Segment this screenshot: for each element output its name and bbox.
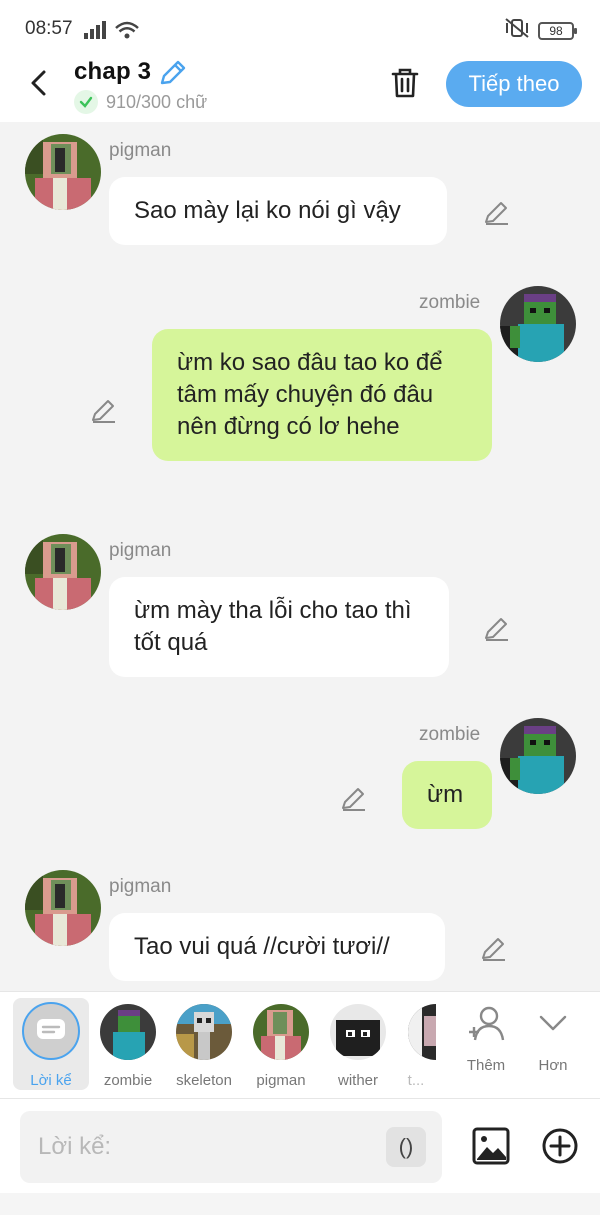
edit-message-icon[interactable] [483, 198, 511, 226]
character-label: wither [337, 1072, 378, 1089]
character-skeleton[interactable]: skeleton [166, 1000, 242, 1089]
header: chap 3 910/300 chữ Tiếp theo [0, 56, 600, 122]
speaker-name: pigman [109, 540, 172, 561]
edit-message-icon[interactable] [340, 784, 368, 812]
vibrate-mute-icon [504, 18, 530, 43]
avatar-zombie[interactable] [500, 286, 576, 362]
input-bar: () [0, 1098, 600, 1215]
edit-title-icon[interactable] [158, 58, 188, 93]
chevron-down-icon [533, 1015, 573, 1048]
message-bubble[interactable]: Sao mày lại ko nói gì vậy [109, 177, 447, 245]
character-label: skeleton [176, 1072, 232, 1089]
avatar-wither [330, 1004, 386, 1060]
image-icon[interactable] [472, 1127, 510, 1170]
avatar-skeleton [176, 1004, 232, 1060]
status-bar: 08:57 98 [0, 0, 600, 56]
more-button[interactable]: Hơn [523, 1004, 583, 1074]
edit-message-icon[interactable] [480, 934, 508, 962]
narration-avatar [22, 1002, 80, 1060]
message-item: pigman Tao vui quá //cười tươi// [0, 868, 600, 990]
speaker-name: pigman [109, 140, 172, 161]
message-bubble[interactable]: ừm ko sao đâu tao ko để tâm mấy chuyện đ… [152, 329, 492, 461]
message-item: zombie ừm ko sao đâu tao ko để tâm mấy c… [0, 284, 600, 494]
avatar-pigman[interactable] [25, 134, 101, 210]
character-label: t... [407, 1072, 425, 1089]
bottom-strip [0, 1193, 600, 1215]
signal-wifi-icon [84, 20, 140, 45]
message-bubble[interactable]: ừm mày tha lỗi cho tao thì tốt quá [109, 577, 449, 677]
word-count: 910/300 chữ [74, 90, 207, 114]
character-partial[interactable]: t... [396, 1000, 436, 1089]
message-item: pigman ừm mày tha lỗi cho tao thì tốt qu… [0, 532, 600, 682]
battery-indicator: 98 [538, 21, 577, 40]
add-character-label: Thêm [466, 1057, 506, 1074]
status-time: 08:57 [25, 18, 73, 39]
trash-icon[interactable] [388, 66, 422, 105]
avatar-zombie [100, 1004, 156, 1060]
speaker-name: pigman [109, 876, 172, 897]
character-zombie[interactable]: zombie [90, 1000, 166, 1089]
add-icon[interactable] [541, 1127, 579, 1170]
input-container: () [20, 1111, 442, 1183]
avatar-pigman[interactable] [25, 534, 101, 610]
edit-message-icon[interactable] [90, 396, 118, 424]
message-bubble[interactable]: Tao vui quá //cười tươi// [109, 913, 445, 981]
add-user-icon [465, 1006, 507, 1048]
speaker-name: zombie [419, 724, 481, 745]
message-input[interactable] [38, 1131, 368, 1163]
avatar-partial [408, 1004, 436, 1060]
add-character-button[interactable]: Thêm [456, 1004, 516, 1074]
message-item: zombie ừm [0, 716, 600, 836]
character-label: Lời kể [30, 1072, 72, 1089]
action-paren-button[interactable]: () [386, 1127, 426, 1167]
message-item: pigman Sao mày lại ko nói gì vậy [0, 132, 600, 252]
character-narration[interactable]: Lời kể [13, 998, 89, 1090]
more-label: Hơn [538, 1057, 568, 1074]
character-label: pigman [256, 1072, 306, 1089]
edit-message-icon[interactable] [483, 614, 511, 642]
avatar-pigman[interactable] [25, 870, 101, 946]
message-bubble[interactable]: ừm [402, 761, 492, 829]
chapter-title: chap 3 [74, 58, 152, 85]
chat-area: pigman Sao mày lại ko nói gì vậy zombie … [0, 122, 600, 990]
check-icon [74, 90, 98, 114]
word-count-text: 910/300 chữ [106, 91, 208, 112]
character-pigman[interactable]: pigman [243, 1000, 319, 1089]
avatar-pigman [253, 1004, 309, 1060]
character-label: zombie [103, 1072, 153, 1089]
character-wither[interactable]: wither [320, 1000, 396, 1089]
speaker-name: zombie [419, 292, 481, 313]
back-arrow-icon[interactable] [24, 68, 54, 98]
character-selector: Lời kể zombie skeleton pigman wither t..… [0, 991, 600, 1098]
next-button[interactable]: Tiếp theo [446, 61, 582, 107]
avatar-zombie[interactable] [500, 718, 576, 794]
